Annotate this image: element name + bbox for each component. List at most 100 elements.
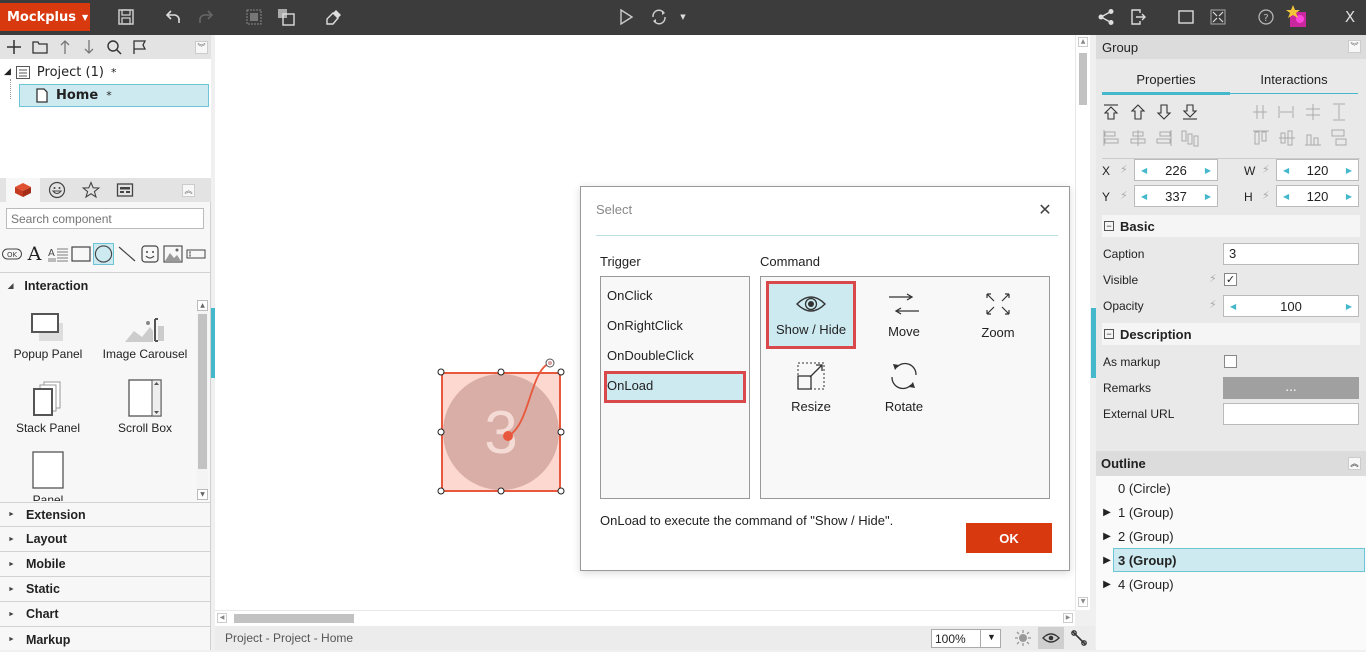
increment-icon[interactable]: ▶ bbox=[1205, 166, 1211, 175]
decrement-icon[interactable]: ◀ bbox=[1230, 302, 1236, 311]
decrement-icon[interactable]: ◀ bbox=[1283, 166, 1289, 175]
trigger-ondoubleclick[interactable]: OnDoubleClick bbox=[607, 348, 694, 363]
component-scroll-box[interactable]: Scroll Box bbox=[97, 377, 193, 435]
lightning-icon[interactable]: ⚡ bbox=[1209, 272, 1217, 285]
command-resize[interactable]: Resize bbox=[766, 353, 856, 421]
group-icon[interactable] bbox=[243, 6, 265, 28]
trigger-onrightclick[interactable]: OnRightClick bbox=[607, 318, 683, 333]
flag-icon[interactable] bbox=[132, 39, 148, 55]
search-icon[interactable] bbox=[106, 39, 122, 55]
collapse-components-button[interactable]: ︽ bbox=[182, 183, 195, 197]
x-stepper[interactable]: ◀ 226 ▶ bbox=[1134, 159, 1218, 181]
tab-components[interactable] bbox=[6, 178, 40, 202]
lightning-icon[interactable]: ⚡ bbox=[1209, 298, 1217, 311]
window-icon[interactable] bbox=[1175, 6, 1197, 28]
h-stepper[interactable]: ◀ 120 ▶ bbox=[1276, 185, 1359, 207]
expand-icon[interactable]: ▶ bbox=[1096, 507, 1118, 518]
section-description[interactable]: − Description bbox=[1102, 323, 1360, 345]
section-markup[interactable]: ► Markup bbox=[0, 627, 211, 652]
section-chart[interactable]: ► Chart bbox=[0, 602, 211, 627]
scroll-down-icon[interactable]: ▼ bbox=[197, 489, 208, 500]
component-scrollbar[interactable]: ▲ ▼ bbox=[197, 300, 208, 500]
tab-templates[interactable] bbox=[108, 178, 142, 202]
section-static[interactable]: ► Static bbox=[0, 577, 211, 602]
outline-item[interactable]: ▶ 2 (Group) bbox=[1096, 524, 1366, 548]
fullscreen-icon[interactable] bbox=[1207, 6, 1229, 28]
command-rotate[interactable]: Rotate bbox=[859, 353, 949, 421]
button-component-icon[interactable]: OK bbox=[1, 243, 22, 265]
sync-icon[interactable] bbox=[648, 6, 670, 28]
decrement-icon[interactable]: ◀ bbox=[1141, 192, 1147, 201]
brightness-icon[interactable] bbox=[1010, 627, 1036, 649]
collapse-project-button[interactable]: ︾ bbox=[195, 40, 208, 54]
collapse-inspector-button[interactable]: ︾ bbox=[1348, 40, 1361, 53]
increment-icon[interactable]: ▶ bbox=[1346, 192, 1352, 201]
export-icon[interactable] bbox=[1127, 6, 1149, 28]
tab-favorites[interactable] bbox=[74, 178, 108, 202]
search-component-input[interactable] bbox=[6, 208, 204, 229]
increment-icon[interactable]: ▶ bbox=[1346, 166, 1352, 175]
remarks-button[interactable]: ... bbox=[1223, 377, 1359, 399]
close-icon[interactable]: ✕ bbox=[1036, 201, 1054, 219]
settings-wrench-icon[interactable] bbox=[1067, 627, 1091, 649]
decrement-icon[interactable]: ◀ bbox=[1283, 192, 1289, 201]
increment-icon[interactable]: ▶ bbox=[1205, 192, 1211, 201]
caption-input[interactable]: 3 bbox=[1223, 243, 1359, 265]
increment-icon[interactable]: ▶ bbox=[1346, 302, 1352, 311]
preview-eye-icon[interactable] bbox=[1038, 627, 1064, 649]
tree-item-project[interactable]: ◢ Project (1) * bbox=[4, 61, 116, 83]
folder-icon[interactable] bbox=[32, 39, 48, 55]
command-show-hide[interactable]: Show / Hide bbox=[766, 281, 856, 349]
sync-dropdown-icon[interactable]: ▼ bbox=[676, 6, 690, 28]
format-brush-icon[interactable] bbox=[323, 6, 345, 28]
circle-component-icon[interactable] bbox=[93, 243, 114, 265]
decrement-icon[interactable]: ◀ bbox=[1141, 166, 1147, 175]
component-panel[interactable]: Panel bbox=[0, 449, 96, 501]
section-layout[interactable]: ► Layout bbox=[0, 527, 211, 552]
command-move[interactable]: Move bbox=[859, 281, 949, 349]
lightning-icon[interactable]: ⚡ bbox=[1262, 189, 1270, 202]
outline-item[interactable]: 0 (Circle) bbox=[1096, 476, 1366, 500]
zoom-select[interactable]: 100% ▼ bbox=[931, 629, 1001, 648]
component-image-carousel[interactable]: Image Carousel bbox=[97, 303, 193, 361]
outline-item[interactable]: ▶ 4 (Group) bbox=[1096, 572, 1366, 596]
command-zoom[interactable]: Zoom bbox=[953, 281, 1043, 349]
paragraph-component-icon[interactable]: A bbox=[47, 243, 68, 265]
outline-item-selected[interactable]: ▶ 3 (Group) bbox=[1096, 548, 1366, 572]
component-stack-panel[interactable]: Stack Panel bbox=[0, 377, 96, 435]
play-icon[interactable] bbox=[615, 6, 637, 28]
redo-icon[interactable] bbox=[195, 6, 217, 28]
section-basic[interactable]: − Basic bbox=[1102, 215, 1360, 237]
canvas-vertical-scrollbar[interactable]: ▲ ▼ bbox=[1075, 35, 1090, 610]
external-url-input[interactable] bbox=[1223, 403, 1359, 425]
scroll-thumb[interactable] bbox=[234, 614, 354, 623]
emoji-component-icon[interactable] bbox=[139, 243, 160, 265]
lightning-icon[interactable]: ⚡ bbox=[1120, 163, 1128, 176]
lightning-icon[interactable]: ⚡ bbox=[1120, 189, 1128, 202]
line-component-icon[interactable] bbox=[116, 243, 137, 265]
canvas-horizontal-scrollbar[interactable]: ◀ ▶ bbox=[215, 610, 1075, 626]
scroll-left-icon[interactable]: ◀ bbox=[217, 613, 227, 623]
add-icon[interactable] bbox=[6, 39, 22, 55]
textbox-component-icon[interactable] bbox=[185, 243, 206, 265]
trigger-onload[interactable]: OnLoad bbox=[607, 378, 653, 393]
ungroup-icon[interactable] bbox=[275, 6, 297, 28]
undo-icon[interactable] bbox=[162, 6, 184, 28]
expand-icon[interactable]: ▶ bbox=[1096, 579, 1118, 590]
tab-interactions[interactable]: Interactions bbox=[1230, 63, 1358, 95]
component-popup-panel[interactable]: Popup Panel bbox=[0, 303, 96, 361]
scroll-up-icon[interactable]: ▲ bbox=[1078, 37, 1088, 47]
lightning-icon[interactable]: ⚡ bbox=[1262, 163, 1270, 176]
w-stepper[interactable]: ◀ 120 ▶ bbox=[1276, 159, 1359, 181]
scroll-thumb[interactable] bbox=[1079, 53, 1087, 105]
section-mobile[interactable]: ► Mobile bbox=[0, 552, 211, 577]
move-down-icon[interactable] bbox=[82, 39, 96, 55]
visible-checkbox[interactable]: ✓ bbox=[1224, 273, 1237, 286]
trigger-onclick[interactable]: OnClick bbox=[607, 288, 653, 303]
collapse-outline-button[interactable]: ︽ bbox=[1348, 457, 1361, 470]
share-icon[interactable] bbox=[1095, 6, 1117, 28]
as-markup-checkbox[interactable] bbox=[1224, 355, 1237, 368]
opacity-stepper[interactable]: ◀ 100 ▶ bbox=[1223, 295, 1359, 317]
text-component-icon[interactable]: A bbox=[24, 243, 45, 265]
outline-item[interactable]: ▶ 1 (Group) bbox=[1096, 500, 1366, 524]
